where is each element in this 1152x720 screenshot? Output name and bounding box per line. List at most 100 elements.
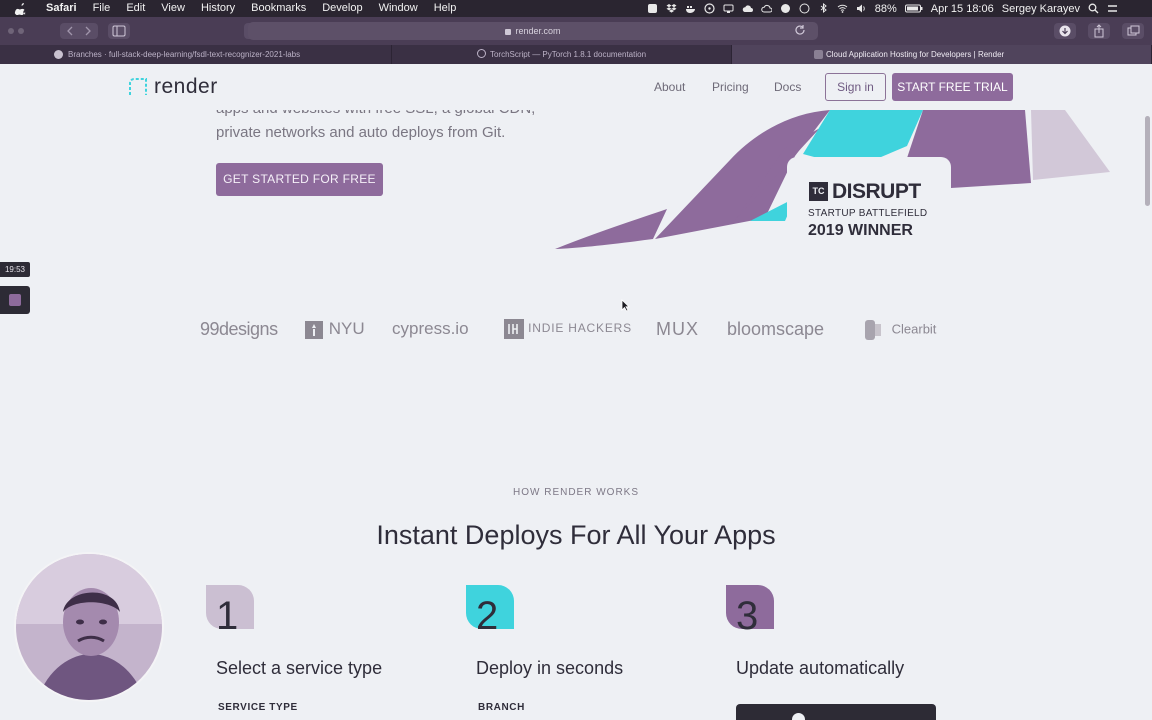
award-subtitle: STARTUP BATTLEFIELD xyxy=(808,208,928,219)
menu-history[interactable]: History xyxy=(193,0,243,17)
apple-logo-icon[interactable] xyxy=(14,2,28,15)
dropbox-icon[interactable] xyxy=(666,3,677,14)
recording-control[interactable] xyxy=(0,286,30,314)
recording-timer: 19:53 xyxy=(0,262,30,277)
nyu-torch-icon xyxy=(305,320,323,339)
site-header: render About Pricing Docs Sign in START … xyxy=(0,64,1152,110)
page-scrollbar[interactable] xyxy=(1145,116,1150,206)
browser-toolbar: render.com xyxy=(0,17,1152,45)
clock[interactable]: Apr 15 18:06 xyxy=(931,3,994,15)
nav-pricing[interactable]: Pricing xyxy=(712,80,749,94)
award-title: DISRUPT xyxy=(832,180,921,203)
cloud-icon[interactable] xyxy=(742,3,753,14)
section-title: Instant Deploys For All Your Apps xyxy=(376,520,776,550)
indie-hackers-text: INDIE HACKERS xyxy=(528,321,632,336)
start-free-trial-button[interactable]: START FREE TRIAL xyxy=(892,73,1013,101)
cypress-text: cypress.io xyxy=(392,319,469,338)
customer-logo-indie-hackers: INDIE HACKERS xyxy=(504,319,632,339)
customer-logo-nyu: NYU xyxy=(304,319,365,340)
reload-icon[interactable] xyxy=(794,24,806,36)
customer-logos: 99designs NYU cypress.io INDIE HACKERS M… xyxy=(0,319,1152,343)
indie-hackers-icon xyxy=(504,319,524,339)
step-2-title: Deploy in seconds xyxy=(476,658,624,678)
p-app-icon[interactable] xyxy=(799,3,810,14)
display-icon[interactable] xyxy=(723,3,734,14)
menu-bookmarks[interactable]: Bookmarks xyxy=(243,0,314,17)
customer-logo-mux: MUX xyxy=(656,319,699,339)
lock-icon xyxy=(505,28,512,35)
volume-icon[interactable] xyxy=(856,3,867,14)
spotlight-search-icon[interactable] xyxy=(1088,3,1099,14)
sign-in-button[interactable]: Sign in xyxy=(825,73,886,101)
nav-docs[interactable]: Docs xyxy=(774,80,801,94)
music-icon[interactable] xyxy=(704,3,715,14)
control-center-icon[interactable] xyxy=(1107,3,1118,14)
share-icon[interactable] xyxy=(1088,23,1110,39)
tab-bar: Branches · full-stack-deep-learning/fsdl… xyxy=(0,45,1152,64)
step-1-number: 1 xyxy=(216,594,239,638)
customer-logo-bloomscape: bloomscape xyxy=(727,319,825,339)
address-bar[interactable]: render.com xyxy=(248,22,818,40)
webcam-overlay xyxy=(14,552,164,702)
menu-app-safari[interactable]: Safari xyxy=(38,0,85,17)
step-3-title: Update automatically xyxy=(736,658,905,678)
menu-view[interactable]: View xyxy=(153,0,193,17)
clearbit-icon xyxy=(865,320,881,340)
menu-help[interactable]: Help xyxy=(426,0,465,17)
render-logo-icon xyxy=(129,78,147,95)
customer-logo-99designs: 99designs xyxy=(200,319,278,339)
menu-file[interactable]: File xyxy=(85,0,119,17)
battery-icon[interactable] xyxy=(904,3,923,14)
nyu-text: NYU xyxy=(328,319,365,338)
back-forward-buttons[interactable] xyxy=(60,23,98,39)
step-2-number: 2 xyxy=(476,594,499,638)
user-name[interactable]: Sergey Karayev xyxy=(1002,3,1080,15)
webpage: apps and websites with free SSL, a globa… xyxy=(0,64,1152,720)
render-favicon-icon xyxy=(814,50,823,59)
logo-text: render xyxy=(154,75,218,98)
step-3-number: 3 xyxy=(736,594,759,638)
mouse-cursor-icon xyxy=(621,299,630,312)
traffic-lights[interactable] xyxy=(7,23,24,39)
menu-window[interactable]: Window xyxy=(371,0,426,17)
tab-title: Branches · full-stack-deep-learning/fsdl… xyxy=(68,50,301,59)
tab-title: TorchScript — PyTorch 1.8.1 documentatio… xyxy=(489,50,647,59)
nav-about[interactable]: About xyxy=(654,80,685,94)
clearbit-text: Clearbit xyxy=(891,321,937,337)
sidebar-toggle-icon[interactable] xyxy=(108,23,130,39)
tab-github-branches[interactable]: Branches · full-stack-deep-learning/fsdl… xyxy=(0,45,392,64)
github-icon xyxy=(792,713,805,720)
branch-label: BRANCH xyxy=(478,702,525,713)
github-favicon-icon xyxy=(54,50,63,59)
sync-icon[interactable] xyxy=(780,3,791,14)
tab-render[interactable]: Cloud Application Hosting for Developers… xyxy=(732,45,1152,64)
macos-menu-bar: Safari File Edit View History Bookmarks … xyxy=(0,0,1152,17)
terminal-preview-panel xyxy=(736,704,936,720)
techcrunch-logo-icon: TC xyxy=(809,182,828,201)
render-logo[interactable]: render xyxy=(128,75,218,99)
stop-icon xyxy=(9,294,21,306)
wifi-icon[interactable] xyxy=(837,3,848,14)
menu-develop[interactable]: Develop xyxy=(314,0,370,17)
customer-logo-cypress: cypress.io xyxy=(392,319,469,339)
bluetooth-icon[interactable] xyxy=(818,3,829,14)
creative-cloud-icon[interactable] xyxy=(760,3,772,14)
customer-logo-clearbit: Clearbit xyxy=(864,319,936,341)
tab-overview-icon[interactable] xyxy=(1122,23,1144,39)
url-text: render.com xyxy=(515,26,561,36)
tab-title: Cloud Application Hosting for Developers… xyxy=(826,50,1005,59)
hero-description-line-2: private networks and auto deploys from G… xyxy=(216,124,506,141)
presenter-video xyxy=(16,554,162,700)
service-type-label: SERVICE TYPE xyxy=(218,702,298,713)
tab-torchscript[interactable]: TorchScript — PyTorch 1.8.1 documentatio… xyxy=(392,45,732,64)
section-eyebrow: HOW RENDER WORKS xyxy=(513,487,639,498)
get-started-button[interactable]: GET STARTED FOR FREE xyxy=(216,163,383,196)
step-1-title: Select a service type xyxy=(216,658,383,678)
loading-favicon-icon xyxy=(476,49,486,58)
menu-edit[interactable]: Edit xyxy=(118,0,153,17)
battery-percent[interactable]: 88% xyxy=(875,3,897,15)
downloads-icon[interactable] xyxy=(1054,23,1076,39)
docker-icon[interactable] xyxy=(685,3,696,14)
award-year: 2019 WINNER xyxy=(808,222,913,239)
status-app-icon[interactable] xyxy=(647,3,658,14)
